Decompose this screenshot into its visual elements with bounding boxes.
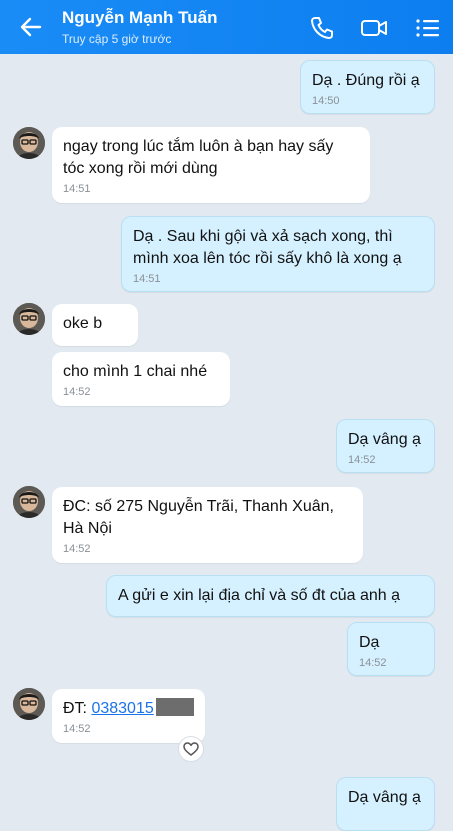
- message-text: ĐT: 0383015: [63, 698, 194, 720]
- contact-name[interactable]: Nguyễn Mạnh Tuấn: [62, 8, 218, 28]
- message-text: Dạ vâng ạ: [348, 431, 421, 448]
- message-time: 14:51: [133, 273, 161, 285]
- message-text-line: tóc xong rồi mới dùng: [63, 160, 218, 177]
- message-time: 14:51: [63, 183, 91, 195]
- message-bubble-sent[interactable]: Dạ vâng ạ 14:52: [336, 419, 435, 473]
- message-text: Dạ vâng ạ: [348, 789, 421, 806]
- message-bubble-received[interactable]: ngay trong lúc tắm luôn à bạn hay sấy tó…: [52, 127, 370, 203]
- message-time: 14:52: [63, 543, 91, 555]
- video-icon[interactable]: [360, 14, 388, 42]
- reaction-button[interactable]: [178, 736, 204, 762]
- contact-avatar[interactable]: [13, 688, 45, 720]
- message-bubble-sent[interactable]: Dạ . Đúng rồi ạ 14:50: [300, 60, 435, 114]
- phone-number-link[interactable]: 0383015: [91, 700, 153, 717]
- heart-icon: [183, 742, 199, 756]
- message-bubble-sent[interactable]: Dạ vâng ạ: [336, 777, 435, 831]
- contact-avatar[interactable]: [13, 486, 45, 518]
- message-bubble-received[interactable]: ĐT: 0383015 14:52: [52, 689, 205, 743]
- message-time: 14:50: [312, 95, 340, 107]
- last-seen-status: Truy cập 5 giờ trước: [62, 32, 172, 46]
- message-time: 14:52: [348, 454, 376, 466]
- message-text-line: Dạ . Sau khi gội và xả sạch xong, thì: [133, 228, 393, 245]
- message-text-line: mình xoa lên tóc rồi sấy khô là xong ạ: [133, 250, 402, 267]
- message-bubble-sent[interactable]: A gửi e xin lại địa chỉ và số đt của anh…: [106, 575, 435, 617]
- message-text: cho mình 1 chai nhé: [63, 363, 208, 380]
- message-time: 14:52: [63, 386, 91, 398]
- message-bubble-sent[interactable]: Dạ 14:52: [347, 622, 435, 676]
- phone-label: ĐT:: [63, 700, 92, 717]
- back-arrow-icon[interactable]: [18, 14, 44, 40]
- menu-icon[interactable]: [414, 14, 442, 42]
- redacted-block: [155, 698, 194, 716]
- message-text: oke b: [63, 315, 103, 332]
- message-text-line: Hà Nội: [63, 520, 112, 537]
- message-bubble-received[interactable]: oke b: [52, 304, 138, 346]
- contact-avatar[interactable]: [13, 127, 45, 159]
- chat-header: Nguyễn Mạnh Tuấn Truy cập 5 giờ trước: [0, 0, 453, 54]
- message-time: 14:52: [359, 657, 387, 669]
- message-text-line: ngay trong lúc tắm luôn à bạn hay sấy: [63, 138, 334, 155]
- message-text: Dạ . Đúng rồi ạ: [312, 72, 420, 89]
- message-bubble-sent[interactable]: Dạ . Sau khi gội và xả sạch xong, thì mì…: [121, 216, 435, 292]
- contact-avatar[interactable]: [13, 303, 45, 335]
- message-time: 14:52: [63, 723, 91, 735]
- message-bubble-received[interactable]: cho mình 1 chai nhé 14:52: [52, 352, 230, 406]
- message-text: Dạ: [359, 634, 380, 651]
- phone-icon[interactable]: [308, 14, 336, 42]
- message-text: A gửi e xin lại địa chỉ và số đt của anh…: [118, 587, 400, 604]
- message-text-line: ĐC: số 275 Nguyễn Trãi, Thanh Xuân,: [63, 498, 334, 515]
- message-bubble-received[interactable]: ĐC: số 275 Nguyễn Trãi, Thanh Xuân, Hà N…: [52, 487, 363, 563]
